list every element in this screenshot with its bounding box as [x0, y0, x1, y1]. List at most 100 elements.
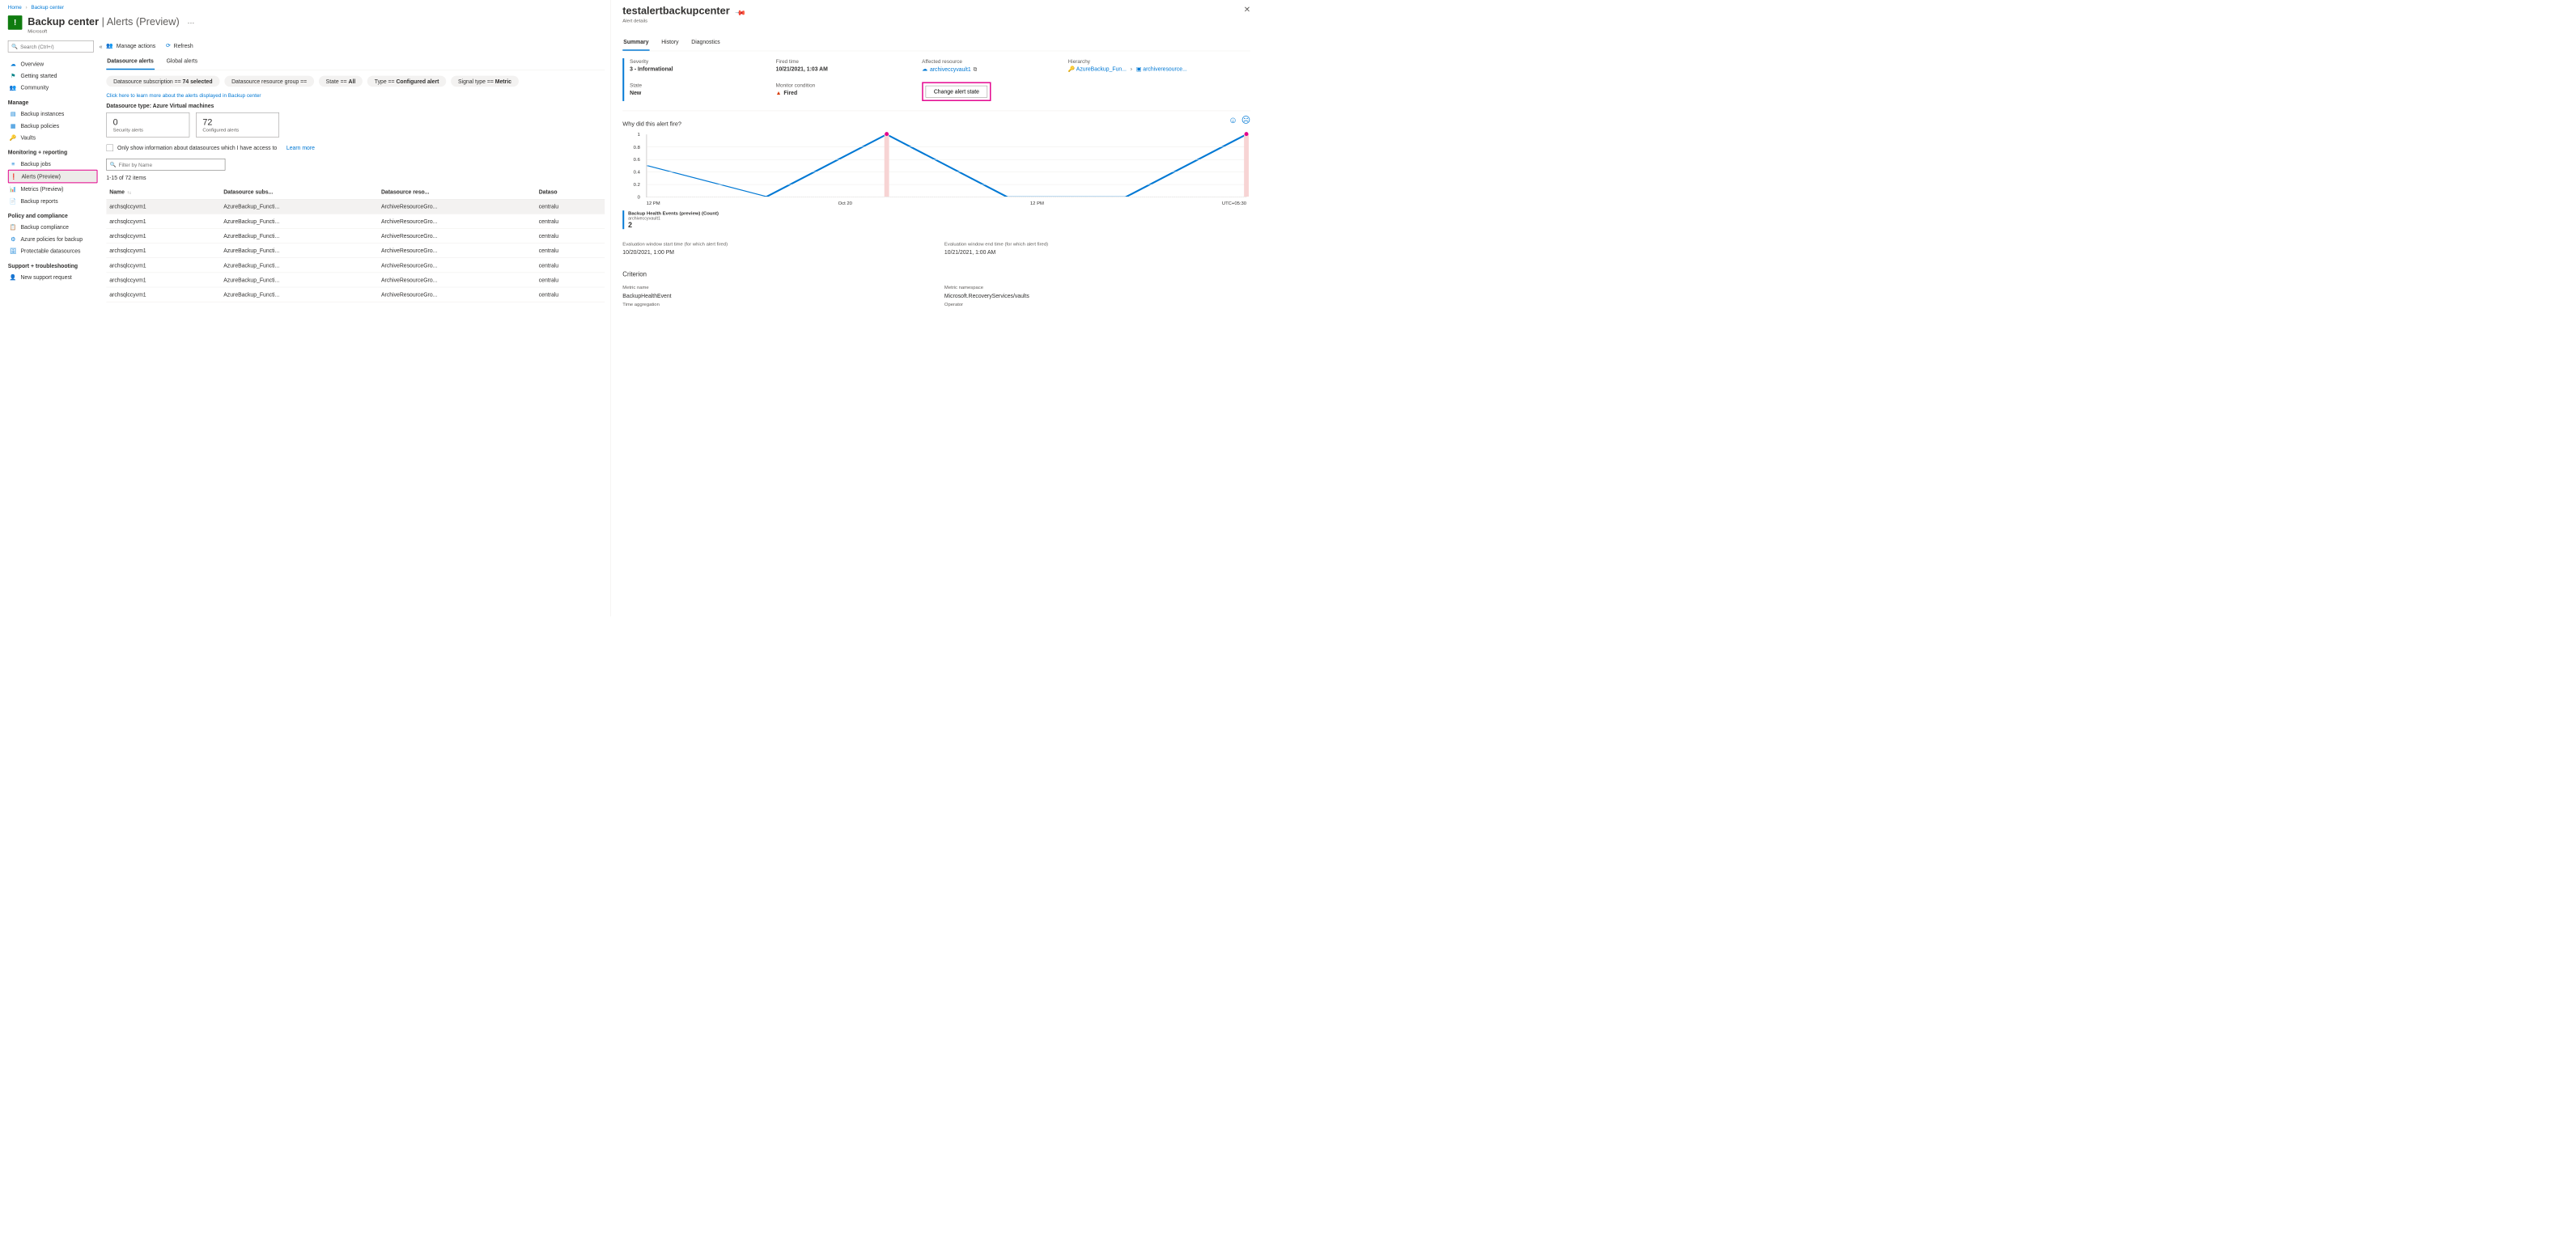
- datasource-type-label: Datasource type: Azure Virtual machines: [106, 102, 605, 108]
- sidebar-item-label: Backup reports: [20, 198, 57, 205]
- sidebar-item-protectable-datasources[interactable]: 🗄Protectable datasources: [8, 245, 98, 257]
- resource-group-icon: ▣: [1136, 66, 1141, 72]
- table-cell: AzureBackup_Functi...: [220, 258, 378, 273]
- breadcrumb-home[interactable]: Home: [8, 4, 22, 10]
- collapse-sidebar-icon[interactable]: «: [100, 43, 103, 49]
- x-tick: UTC+05:30: [1222, 200, 1246, 205]
- detail-subtitle: Alert details: [622, 18, 745, 23]
- more-icon[interactable]: ···: [188, 19, 195, 27]
- time-aggregation-label: Time aggregation: [622, 301, 928, 307]
- filter-pill[interactable]: Type == Configured alert: [367, 76, 446, 87]
- column-header[interactable]: Dataso: [536, 184, 605, 199]
- feedback-happy-icon[interactable]: ☺: [1229, 115, 1237, 125]
- table-row[interactable]: archsqlccyvm1AzureBackup_Functi...Archiv…: [106, 244, 605, 258]
- sidebar-item-getting-started[interactable]: ⚑Getting started: [8, 70, 98, 82]
- sidebar-item-new-support-request[interactable]: 👤New support request: [8, 271, 98, 283]
- filter-pill[interactable]: State == All: [319, 76, 363, 87]
- tab-global-alerts[interactable]: Global alerts: [166, 54, 198, 70]
- table-cell: AzureBackup_Functi...: [220, 214, 378, 228]
- metric-number: 72: [202, 117, 272, 128]
- table-cell: centralu: [536, 214, 605, 228]
- eval-start-value: 10/20/2021, 1:00 PM: [622, 249, 928, 256]
- copy-icon[interactable]: ⧉: [974, 66, 978, 72]
- alert-chart: 10.80.60.40.20 12 PMOct 2012 PMUTC+05:30: [622, 134, 1250, 205]
- table-row[interactable]: archsqlccyvm1AzureBackup_Functi...Archiv…: [106, 273, 605, 287]
- fired-time-label: Fired time: [776, 58, 906, 64]
- nav-section-monitoring: Monitoring + reporting: [8, 149, 98, 155]
- alerts-table: Name↑↓Datasource subs...Datasource reso.…: [106, 184, 605, 302]
- table-cell: centralu: [536, 258, 605, 273]
- tab-diagnostics[interactable]: Diagnostics: [690, 36, 720, 51]
- filter-pill[interactable]: Signal type == Metric: [451, 76, 519, 87]
- table-cell: archsqlccyvm1: [106, 287, 220, 302]
- metric-number: 0: [113, 117, 183, 128]
- affected-resource-label: Affected resource: [922, 58, 1052, 64]
- sidebar-item-backup-reports[interactable]: 📄Backup reports: [8, 195, 98, 207]
- column-header[interactable]: Datasource reso...: [378, 184, 536, 199]
- sidebar-item-backup-compliance[interactable]: 📋Backup compliance: [8, 221, 98, 233]
- sidebar-item-alerts-preview-[interactable]: ❗Alerts (Preview): [8, 170, 98, 184]
- search-box[interactable]: 🔍: [8, 40, 94, 53]
- table-row[interactable]: archsqlccyvm1AzureBackup_Functi...Archiv…: [106, 214, 605, 228]
- table-cell: ArchiveResourceGro...: [378, 258, 536, 273]
- only-show-label: Only show information about datasources …: [117, 145, 277, 151]
- column-header[interactable]: Name↑↓: [106, 184, 220, 199]
- x-tick: 12 PM: [1030, 200, 1044, 205]
- sidebar-item-label: Backup compliance: [20, 224, 68, 231]
- y-tick: 0.2: [634, 182, 640, 188]
- table-cell: archsqlccyvm1: [106, 244, 220, 258]
- only-show-checkbox[interactable]: [106, 144, 113, 151]
- tab-datasource-alerts[interactable]: Datasource alerts: [106, 54, 155, 70]
- learn-more-link[interactable]: Learn more: [286, 145, 315, 151]
- sidebar-item-metrics-preview-[interactable]: 📊Metrics (Preview): [8, 183, 98, 195]
- manage-actions-button[interactable]: 👥 Manage actions: [106, 42, 155, 49]
- change-alert-state-button[interactable]: Change alert state: [926, 86, 988, 98]
- tab-summary[interactable]: Summary: [622, 36, 649, 51]
- filter-pill[interactable]: Datasource subscription == 74 selected: [106, 76, 219, 87]
- nav-icon: ❗: [11, 173, 18, 180]
- sidebar-item-azure-policies-for-backup[interactable]: ⚙Azure policies for backup: [8, 233, 98, 245]
- breadcrumb-current[interactable]: Backup center: [31, 4, 64, 10]
- learn-alerts-link[interactable]: Click here to learn more about the alert…: [106, 92, 261, 98]
- page-title: Backup center | Alerts (Preview): [28, 15, 179, 28]
- sidebar-item-label: Community: [20, 84, 49, 91]
- eval-start-label: Evaluation window start time (for which …: [622, 241, 928, 247]
- nav-icon: ☁: [10, 60, 17, 67]
- tab-history[interactable]: History: [660, 36, 679, 51]
- hierarchy-link-1[interactable]: AzureBackup_Fun...: [1076, 66, 1127, 72]
- sidebar-item-community[interactable]: 👥Community: [8, 82, 98, 94]
- column-header[interactable]: Datasource subs...: [220, 184, 378, 199]
- search-input[interactable]: [20, 44, 90, 49]
- feedback-sad-icon[interactable]: ☹: [1241, 115, 1250, 125]
- sort-icon[interactable]: ↑↓: [127, 190, 131, 195]
- table-row[interactable]: archsqlccyvm1AzureBackup_Functi...Archiv…: [106, 287, 605, 302]
- close-icon[interactable]: ✕: [1244, 5, 1250, 15]
- vault-icon: ☁: [922, 66, 927, 72]
- table-row[interactable]: archsqlccyvm1AzureBackup_Functi...Archiv…: [106, 228, 605, 243]
- content-tabs: Datasource alerts Global alerts: [106, 54, 605, 70]
- metric-card[interactable]: 72Configured alerts: [196, 112, 279, 137]
- sidebar-item-backup-instances[interactable]: ▤Backup instances: [8, 108, 98, 120]
- filter-input[interactable]: [119, 162, 222, 167]
- monitor-condition-value: ▲Fired: [776, 90, 798, 96]
- table-row[interactable]: archsqlccyvm1AzureBackup_Functi...Archiv…: [106, 258, 605, 273]
- metric-card[interactable]: 0Security alerts: [106, 112, 189, 137]
- items-count: 1-15 of 72 items: [106, 175, 605, 181]
- table-cell: ArchiveResourceGro...: [378, 273, 536, 287]
- table-cell: AzureBackup_Functi...: [220, 244, 378, 258]
- table-cell: archsqlccyvm1: [106, 258, 220, 273]
- filter-input-wrap[interactable]: 🔍: [106, 159, 225, 171]
- fired-marker: [1244, 134, 1249, 197]
- table-cell: archsqlccyvm1: [106, 273, 220, 287]
- affected-resource-link[interactable]: ☁archiveccyvault1: [922, 66, 971, 72]
- table-cell: ArchiveResourceGro...: [378, 228, 536, 243]
- sidebar-item-vaults[interactable]: 🔑Vaults: [8, 132, 98, 144]
- sidebar-item-backup-policies[interactable]: ▦Backup policies: [8, 120, 98, 132]
- sidebar-item-backup-jobs[interactable]: ≡Backup jobs: [8, 158, 98, 170]
- table-row[interactable]: archsqlccyvm1AzureBackup_Functi...Archiv…: [106, 199, 605, 214]
- refresh-button[interactable]: ⟳ Refresh: [166, 42, 193, 49]
- filter-pill[interactable]: Datasource resource group ==: [224, 76, 314, 87]
- hierarchy-link-2[interactable]: archiveresource...: [1143, 66, 1187, 72]
- sidebar-item-overview[interactable]: ☁Overview: [8, 58, 98, 70]
- sidebar-item-label: Backup instances: [20, 111, 64, 117]
